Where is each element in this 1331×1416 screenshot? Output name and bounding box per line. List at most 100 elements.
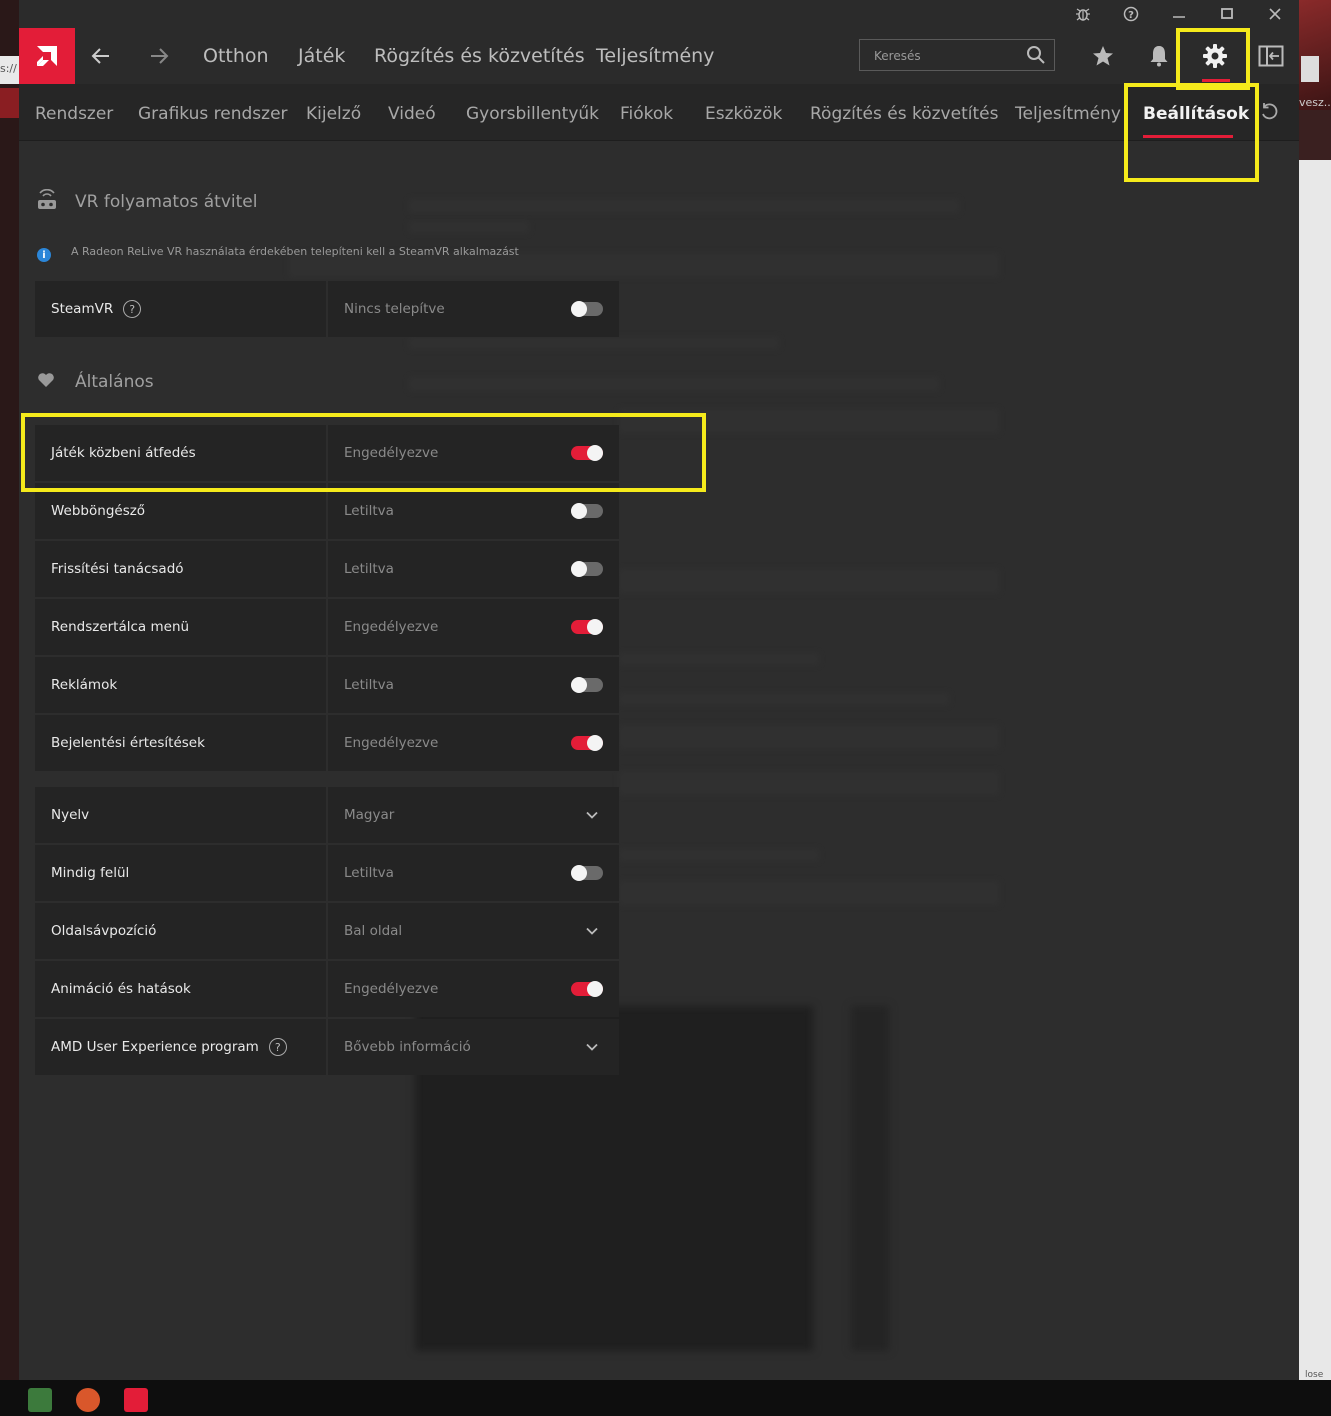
setting-label-cell: Nyelv	[35, 787, 326, 843]
taskbar	[0, 1380, 1331, 1416]
minimize-icon[interactable]	[1155, 0, 1203, 28]
setting-row-mindig-felul: Mindig felül Letiltva	[35, 845, 619, 901]
setting-label: SteamVR	[51, 301, 114, 317]
settings-subnav: Rendszer Grafikus rendszer Kijelző Videó…	[19, 84, 1299, 141]
close-icon[interactable]	[1251, 0, 1299, 28]
setting-label: Reklámok	[51, 677, 118, 693]
notifications-toggle[interactable]	[571, 735, 603, 751]
vr-info-text: A Radeon ReLive VR használata érdekében …	[71, 245, 519, 258]
setting-value: Engedélyezve	[344, 619, 439, 635]
chevron-down-icon[interactable]	[585, 807, 599, 826]
heart-icon	[37, 372, 55, 392]
setting-row-bejelentesi-ertesitesek: Bejelentési értesítések Engedélyezve	[35, 715, 619, 771]
help-circle-icon[interactable]: ?	[123, 300, 142, 318]
maximize-icon[interactable]	[1203, 0, 1251, 28]
tray-menu-toggle[interactable]	[571, 619, 603, 635]
bug-icon[interactable]	[1059, 0, 1107, 28]
star-icon[interactable]	[1089, 42, 1117, 70]
ghost-image	[851, 1006, 889, 1351]
setting-label-cell: Mindig felül	[35, 845, 326, 901]
setting-label: Bejelentési értesítések	[51, 735, 205, 751]
settings-content: VR folyamatos átvitel i A Radeon ReLive …	[19, 141, 1299, 1380]
setting-value: Letiltva	[344, 865, 394, 881]
sidebar-position-dropdown[interactable]: Bal oldal	[328, 903, 619, 959]
tab-rogzites-kozvetites[interactable]: Rögzítés és közvetítés	[810, 104, 998, 124]
setting-value-cell: Letiltva	[328, 541, 619, 597]
tab-rendszer[interactable]: Rendszer	[35, 104, 113, 124]
ghost-line	[619, 653, 819, 665]
vr-section-title: VR folyamatos átvitel	[75, 192, 258, 212]
sidebar-toggle-icon[interactable]	[1257, 42, 1285, 70]
highlight-settings-gear	[1176, 28, 1250, 90]
setting-value: Nincs telepítve	[344, 301, 445, 317]
advertisements-toggle[interactable]	[571, 677, 603, 693]
web-browser-toggle[interactable]	[571, 503, 603, 519]
amd-taskbar-icon[interactable]	[124, 1388, 148, 1412]
toggle-knob	[571, 503, 587, 519]
bell-icon[interactable]	[1145, 42, 1173, 70]
ghost-line	[409, 221, 529, 233]
upgrade-advisor-toggle[interactable]	[571, 561, 603, 577]
setting-label: Oldalsávpozíció	[51, 923, 157, 939]
tab-kijelzo[interactable]: Kijelző	[306, 104, 361, 124]
vr-headset-icon	[37, 188, 57, 215]
desktop-right-edge: vesz... lose	[1299, 0, 1331, 1380]
ghost-line	[409, 337, 779, 349]
setting-value-cell: Engedélyezve	[328, 599, 619, 655]
svg-text:?: ?	[1128, 10, 1134, 21]
tab-gyorsbillentyuk[interactable]: Gyorsbillentyűk	[466, 104, 599, 124]
nav-link-otthon[interactable]: Otthon	[203, 45, 269, 67]
help-circle-icon[interactable]: ?	[268, 1038, 287, 1056]
amd-logo[interactable]	[19, 28, 75, 84]
setting-row-oldalsavpozicio[interactable]: Oldalsávpozíció Bal oldal	[35, 903, 619, 959]
search-icon[interactable]	[1026, 45, 1046, 69]
toggle-knob	[571, 865, 587, 881]
setting-label: Webböngésző	[51, 503, 146, 519]
taskbar-app-icon[interactable]	[28, 1388, 52, 1412]
tab-teljesitmeny[interactable]: Teljesítmény	[1015, 104, 1121, 124]
tab-fiokok[interactable]: Fiókok	[620, 104, 673, 124]
steamvr-toggle[interactable]	[571, 301, 603, 317]
setting-row-amd-user-experience[interactable]: AMD User Experience program? Bővebb info…	[35, 1019, 619, 1075]
setting-label-cell: Oldalsávpozíció	[35, 903, 326, 959]
chevron-down-icon[interactable]	[585, 923, 599, 942]
firefox-icon[interactable]	[76, 1388, 100, 1412]
back-arrow-icon[interactable]	[87, 42, 115, 70]
ghost-line	[409, 199, 959, 213]
nav-link-jatek[interactable]: Játék	[298, 45, 345, 67]
setting-value: Letiltva	[344, 677, 394, 693]
animation-effects-toggle[interactable]	[571, 981, 603, 997]
title-bar: ?	[19, 0, 1299, 28]
forward-arrow-icon[interactable]	[145, 42, 173, 70]
setting-value-cell: Engedélyezve	[328, 961, 619, 1017]
highlight-overlay-row	[21, 413, 706, 492]
radeon-settings-window: ? Otthon Játék Rögzítés és közvetítés Te…	[19, 0, 1299, 1380]
help-icon[interactable]: ?	[1107, 0, 1155, 28]
setting-label-cell: Bejelentési értesítések	[35, 715, 326, 771]
setting-label: Rendszertálca menü	[51, 619, 190, 635]
language-dropdown[interactable]: Magyar	[328, 787, 619, 843]
reset-icon[interactable]	[1259, 102, 1279, 126]
setting-label-cell: AMD User Experience program?	[35, 1019, 326, 1075]
chevron-down-icon[interactable]	[585, 1039, 599, 1058]
tab-eszkozok[interactable]: Eszközök	[705, 104, 782, 124]
setting-value: Bal oldal	[344, 923, 403, 939]
nav-link-rogzites[interactable]: Rögzítés és közvetítés	[374, 45, 585, 67]
nav-link-teljesitmeny[interactable]: Teljesítmény	[596, 45, 714, 67]
setting-label-cell: Frissítési tanácsadó	[35, 541, 326, 597]
tab-video[interactable]: Videó	[388, 104, 436, 124]
ghost-line	[619, 771, 999, 795]
tab-grafikus-rendszer[interactable]: Grafikus rendszer	[138, 104, 288, 124]
setting-row-animacio-es-hatasok: Animáció és hatások Engedélyezve	[35, 961, 619, 1017]
setting-label-cell: Animáció és hatások	[35, 961, 326, 1017]
setting-label: Animáció és hatások	[51, 981, 191, 997]
desktop-right-window	[1299, 160, 1331, 1380]
always-on-top-toggle[interactable]	[571, 865, 603, 881]
user-experience-dropdown[interactable]: Bővebb információ	[328, 1019, 619, 1075]
setting-value: Letiltva	[344, 503, 394, 519]
setting-row-nyelv[interactable]: Nyelv Magyar	[35, 787, 619, 843]
setting-label-cell: Rendszertálca menü	[35, 599, 326, 655]
search-input[interactable]	[860, 40, 1036, 72]
setting-row-reklamok: Reklámok Letiltva	[35, 657, 619, 713]
info-icon: i	[37, 248, 51, 262]
